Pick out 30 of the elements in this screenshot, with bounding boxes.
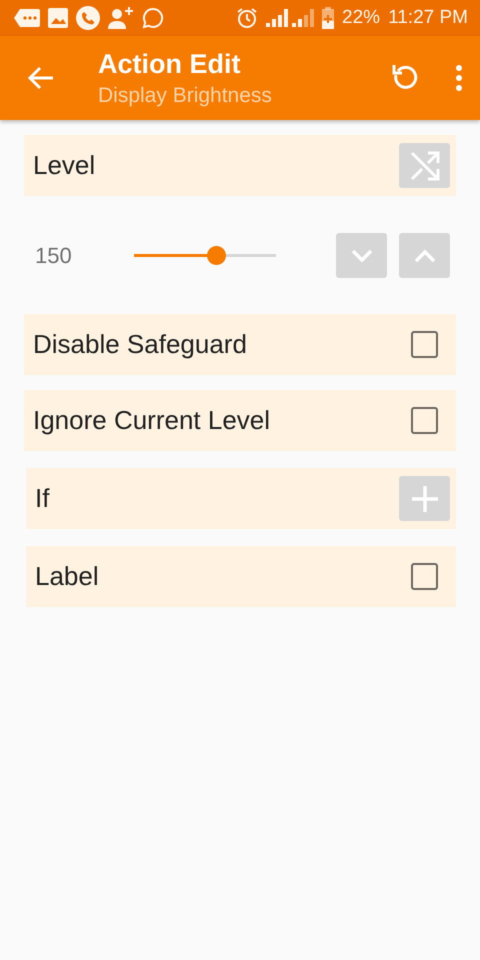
screen-title: Action Edit [98,48,242,80]
section-title: Level [33,150,96,181]
condition-label: If [35,483,50,514]
phone-icon [76,6,100,30]
plus-icon [410,484,438,512]
level-slider[interactable] [134,246,276,265]
level-value: 150 [34,242,73,268]
battery-level: 22% [342,7,380,29]
chevron-up-icon [414,248,436,262]
increase-button[interactable] [399,233,450,278]
option-label: Disable Safeguard [33,329,247,360]
decrease-button[interactable] [336,233,387,278]
option-label: Label [35,561,99,592]
clock: 11:27 PM [388,7,468,29]
add-button[interactable] [399,476,450,521]
message-icon [14,9,40,27]
image-icon [48,8,68,28]
option-label: Ignore Current Level [33,405,270,436]
battery-icon [322,7,334,29]
checkbox[interactable] [411,331,438,358]
shuffle-button[interactable] [399,143,450,188]
chevron-down-icon [350,248,372,262]
checkbox[interactable] [411,407,438,434]
alarm-icon [236,7,258,29]
add-contact-icon [108,7,134,29]
chat-icon [142,7,164,29]
screen-subtitle: Display Brightness [98,84,273,108]
checkbox[interactable] [411,563,438,590]
signal-icon [266,9,314,27]
shuffle-icon [408,150,440,182]
